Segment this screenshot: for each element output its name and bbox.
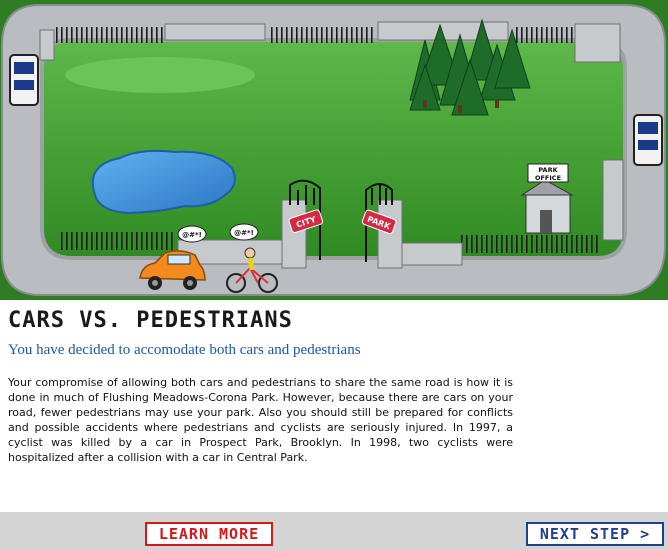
- park-illustration: CITY PARK PARK OFFICE @#*! @#*!: [0, 0, 668, 300]
- fence-bottom-left: [58, 232, 173, 250]
- car-speech-bubble: @#*!: [177, 225, 207, 243]
- cyclist-speech-text: @#*!: [234, 229, 254, 237]
- fence-top-left: [55, 27, 165, 43]
- wall-bottom-2: [401, 242, 463, 266]
- content-panel: CARS VS. PEDESTRIANS You have decided to…: [0, 300, 668, 512]
- fence-bottom-right: [460, 235, 600, 253]
- body-paragraph: Your compromise of allowing both cars an…: [8, 376, 513, 464]
- wall-right: [602, 159, 624, 241]
- hill: [65, 57, 255, 93]
- bus-right: [633, 114, 663, 166]
- cyclist-speech-bubble: @#*!: [229, 223, 259, 241]
- next-step-button[interactable]: NEXT STEP >: [526, 522, 664, 546]
- wall-top-1: [164, 23, 266, 41]
- learn-more-button[interactable]: LEARN MORE: [145, 522, 273, 546]
- office-sign-line1: PARK: [538, 166, 558, 174]
- car-speech-text: @#*!: [182, 231, 202, 239]
- footer-bar: LEARN MORE NEXT STEP >: [0, 512, 668, 550]
- park-scene: CITY PARK PARK OFFICE @#*! @#*!: [0, 0, 668, 300]
- wall-left: [39, 29, 55, 61]
- park-office: PARK OFFICE: [520, 163, 574, 234]
- page-title: CARS VS. PEDESTRIANS: [8, 308, 293, 333]
- office-sign-line2: OFFICE: [535, 174, 561, 182]
- fence-top-right: [270, 27, 375, 43]
- fence-top-far: [515, 27, 575, 43]
- wall-top-3: [574, 23, 621, 63]
- page-subtitle: You have decided to accomodate both cars…: [8, 342, 361, 358]
- gate-pillar-left: [281, 199, 307, 269]
- bus-left: [9, 54, 39, 106]
